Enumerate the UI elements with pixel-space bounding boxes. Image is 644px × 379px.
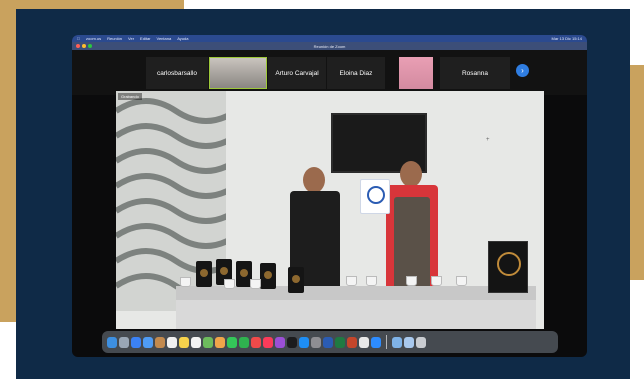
menu-ventana[interactable]: Ventana [157,36,172,41]
menu-ver[interactable]: Ver [128,36,134,41]
logo-sign [360,179,390,214]
powerpoint-icon[interactable] [347,336,357,348]
trash-icon[interactable] [416,336,426,348]
music-icon[interactable] [263,336,273,348]
safari-icon[interactable] [131,336,141,348]
window-titlebar: Reunión de Zoom [72,42,587,50]
laptop-screen:  zoom.us Reunión Ver Editar Ventana Ayu… [72,35,587,357]
mac-dock [102,331,558,353]
dock-separator [386,335,387,349]
wall-fixture: + [486,137,490,143]
cup [456,276,467,286]
coffee-bag [288,267,304,293]
coffee-bag [196,261,212,287]
coffee-bag [260,263,276,289]
participant-tile-carlosbarsallo[interactable]: carlosbarsallo [146,57,208,89]
chrome-icon[interactable] [359,336,369,348]
cup [431,276,442,286]
tv-icon[interactable] [287,336,297,348]
excel-icon[interactable] [335,336,345,348]
participant-strip: carlosbarsallo Arturo Carvajal Eloina Di… [72,50,587,95]
downloads-icon[interactable] [404,336,414,348]
messages-icon[interactable] [227,336,237,348]
apple-menu-icon[interactable]:  [77,36,80,41]
zoom-icon[interactable] [371,336,381,348]
window-title: Reunión de Zoom [313,43,346,49]
cup [406,276,417,286]
news-icon[interactable] [251,336,261,348]
reminders-icon[interactable] [191,336,201,348]
mail-icon[interactable] [143,336,153,348]
maps-icon[interactable] [203,336,213,348]
recording-indicator: Grabando [118,93,142,100]
participant-name: Arturo Carvajal [275,69,319,77]
main-video: Grabando + [116,91,544,329]
cup [250,279,261,289]
appstore-icon[interactable] [299,336,309,348]
participant-name: Eloina Diaz [339,69,373,77]
mac-menubar:  zoom.us Reunión Ver Editar Ventana Ayu… [72,35,587,42]
folder-icon[interactable] [392,336,402,348]
podcasts-icon[interactable] [275,336,285,348]
menubar-status-area: Mar 13 Dic 15:14 [552,36,582,41]
page:  zoom.us Reunión Ver Editar Ventana Ayu… [0,0,644,379]
participant-tile-active-video[interactable] [209,57,267,89]
cup [180,277,191,287]
cup [346,276,357,286]
cup [224,279,235,289]
cup [366,276,377,286]
menubar-clock[interactable]: Mar 13 Dic 15:14 [552,36,582,41]
coffee-box [488,241,528,293]
finder-icon[interactable] [107,336,117,348]
participant-name: Rosanna [461,69,489,77]
participant-tile-rosanna[interactable]: Rosanna [440,57,510,89]
menu-ayuda[interactable]: Ayuda [177,36,188,41]
calendar-icon[interactable] [167,336,177,348]
word-icon[interactable] [323,336,333,348]
participant-tile-arturo[interactable]: Arturo Carvajal [268,57,326,89]
contacts-icon[interactable] [155,336,165,348]
presenter-right [384,161,440,291]
photos-icon[interactable] [215,336,225,348]
settings-icon[interactable] [311,336,321,348]
participant-name: carlosbarsallo [156,69,198,77]
counter-front [176,300,536,329]
participant-tile-eloina[interactable]: Eloina Diaz [327,57,385,89]
menu-reunion[interactable]: Reunión [107,36,122,41]
menu-editar[interactable]: Editar [140,36,150,41]
participant-tile-photo[interactable] [399,57,433,89]
menu-zoom[interactable]: zoom.us [86,36,101,41]
notes-icon[interactable] [179,336,189,348]
facetime-icon[interactable] [239,336,249,348]
gold-frame-right [630,65,644,280]
launchpad-icon[interactable] [119,336,129,348]
chevron-right-icon[interactable]: › [516,64,529,77]
